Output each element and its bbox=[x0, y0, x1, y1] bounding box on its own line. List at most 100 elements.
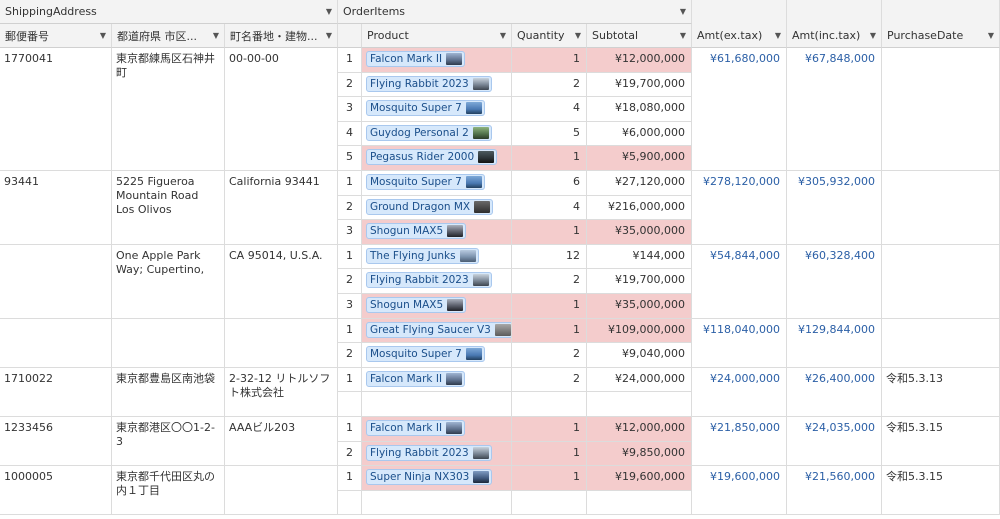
purchase-date-cell[interactable] bbox=[882, 171, 1000, 245]
purchase-date-cell[interactable] bbox=[882, 244, 1000, 319]
prefecture-cell[interactable] bbox=[112, 318, 225, 368]
product-cell[interactable]: Flying Rabbit 2023 bbox=[362, 72, 512, 98]
product-cell[interactable]: Falcon Mark II bbox=[362, 48, 512, 73]
purchase-date-cell[interactable] bbox=[882, 318, 1000, 368]
postal-cell[interactable] bbox=[0, 318, 112, 368]
product-chip[interactable]: Mosquito Super 7 bbox=[366, 346, 485, 363]
subtotal-cell[interactable]: ¥19,600,000 bbox=[587, 466, 692, 491]
quantity-cell[interactable]: 1 bbox=[512, 294, 587, 319]
column-header-product[interactable]: Product ▼ bbox=[362, 24, 512, 48]
caret-down-icon[interactable]: ▼ bbox=[680, 7, 686, 16]
subtotal-cell[interactable]: ¥27,120,000 bbox=[587, 171, 692, 196]
amount-ex-tax-cell[interactable]: ¥24,000,000 bbox=[692, 367, 787, 417]
amount-inc-tax-cell[interactable]: ¥305,932,000 bbox=[787, 171, 882, 245]
subtotal-cell[interactable]: ¥109,000,000 bbox=[587, 318, 692, 344]
street-cell[interactable] bbox=[225, 318, 338, 368]
quantity-cell[interactable]: 1 bbox=[512, 417, 587, 442]
street-cell[interactable]: California 93441 bbox=[225, 171, 338, 245]
postal-cell[interactable]: 93441 bbox=[0, 171, 112, 245]
amount-inc-tax-cell[interactable]: ¥21,560,000 bbox=[787, 466, 882, 516]
prefecture-cell[interactable]: One Apple Park Way; Cupertino, bbox=[112, 244, 225, 319]
quantity-cell[interactable]: 4 bbox=[512, 195, 587, 221]
amount-inc-tax-cell[interactable]: ¥129,844,000 bbox=[787, 318, 882, 368]
quantity-cell[interactable]: 6 bbox=[512, 171, 587, 196]
product-chip[interactable]: Shogun MAX5 bbox=[366, 223, 467, 240]
product-chip[interactable]: Great Flying Saucer V3 bbox=[366, 321, 511, 338]
prefecture-cell[interactable]: 東京都千代田区丸の内１丁目 bbox=[112, 466, 225, 516]
quantity-cell[interactable]: 5 bbox=[512, 121, 587, 147]
caret-down-icon[interactable]: ▼ bbox=[500, 31, 506, 40]
subtotal-cell[interactable]: ¥9,040,000 bbox=[587, 343, 692, 368]
subtotal-cell[interactable]: ¥19,700,000 bbox=[587, 72, 692, 98]
product-chip[interactable]: Falcon Mark II bbox=[366, 370, 466, 387]
product-cell[interactable]: Pegasus Rider 2000 bbox=[362, 146, 512, 171]
purchase-date-cell[interactable]: 令和5.3.15 bbox=[882, 466, 1000, 516]
subtotal-cell[interactable]: ¥144,000 bbox=[587, 244, 692, 270]
caret-down-icon[interactable]: ▼ bbox=[870, 31, 876, 40]
amount-ex-tax-cell[interactable]: ¥278,120,000 bbox=[692, 171, 787, 245]
quantity-cell[interactable]: 1 bbox=[512, 220, 587, 245]
column-header-quantity[interactable]: Quantity ▼ bbox=[512, 24, 587, 48]
purchase-date-cell[interactable]: 令和5.3.13 bbox=[882, 367, 1000, 417]
product-chip[interactable]: Flying Rabbit 2023 bbox=[366, 272, 492, 289]
product-cell[interactable]: Mosquito Super 7 bbox=[362, 343, 512, 368]
amount-ex-tax-cell[interactable]: ¥54,844,000 bbox=[692, 244, 787, 319]
postal-cell[interactable] bbox=[0, 244, 112, 319]
quantity-cell[interactable]: 2 bbox=[512, 367, 587, 393]
product-cell[interactable] bbox=[362, 490, 512, 516]
product-chip[interactable]: Flying Rabbit 2023 bbox=[366, 444, 492, 461]
caret-down-icon[interactable]: ▼ bbox=[100, 31, 106, 40]
product-cell[interactable]: Mosquito Super 7 bbox=[362, 171, 512, 196]
amount-inc-tax-cell[interactable]: ¥60,328,400 bbox=[787, 244, 882, 319]
product-chip[interactable]: Pegasus Rider 2000 bbox=[366, 149, 498, 166]
subtotal-cell[interactable]: ¥35,000,000 bbox=[587, 294, 692, 319]
product-cell[interactable]: Shogun MAX5 bbox=[362, 294, 512, 319]
quantity-cell[interactable] bbox=[512, 392, 587, 417]
postal-cell[interactable]: 1233456 bbox=[0, 417, 112, 467]
quantity-cell[interactable]: 2 bbox=[512, 269, 587, 294]
quantity-cell[interactable]: 4 bbox=[512, 97, 587, 122]
quantity-cell[interactable]: 1 bbox=[512, 441, 587, 467]
amount-ex-tax-cell[interactable]: ¥21,850,000 bbox=[692, 417, 787, 467]
prefecture-cell[interactable]: 東京都港区〇〇1-2-3 bbox=[112, 417, 225, 467]
amount-inc-tax-cell[interactable]: ¥67,848,000 bbox=[787, 48, 882, 171]
quantity-cell[interactable]: 2 bbox=[512, 72, 587, 98]
column-header-prefecture[interactable]: 都道府県 市区... ▼ bbox=[112, 24, 225, 48]
product-chip[interactable]: Flying Rabbit 2023 bbox=[366, 75, 492, 92]
street-cell[interactable]: 2-32-12 リトルソフト株式会社 bbox=[225, 367, 338, 417]
amount-ex-tax-cell[interactable]: ¥61,680,000 bbox=[692, 48, 787, 171]
product-chip[interactable]: Falcon Mark II bbox=[366, 51, 466, 67]
street-cell[interactable] bbox=[225, 466, 338, 516]
prefecture-cell[interactable]: 東京都練馬区石神井町 bbox=[112, 48, 225, 171]
product-chip[interactable]: Super Ninja NX303 bbox=[366, 469, 493, 486]
quantity-cell[interactable]: 1 bbox=[512, 318, 587, 344]
purchase-date-cell[interactable]: 令和5.3.15 bbox=[882, 417, 1000, 467]
product-cell[interactable]: Shogun MAX5 bbox=[362, 220, 512, 245]
product-chip[interactable]: Ground Dragon MX bbox=[366, 198, 494, 215]
subtotal-cell[interactable]: ¥6,000,000 bbox=[587, 121, 692, 147]
subtotal-cell[interactable]: ¥5,900,000 bbox=[587, 146, 692, 171]
product-chip[interactable]: Falcon Mark II bbox=[366, 420, 466, 436]
caret-down-icon[interactable]: ▼ bbox=[326, 7, 332, 16]
postal-cell[interactable]: 1000005 bbox=[0, 466, 112, 516]
caret-down-icon[interactable]: ▼ bbox=[988, 31, 994, 40]
quantity-cell[interactable] bbox=[512, 490, 587, 516]
quantity-cell[interactable]: 1 bbox=[512, 146, 587, 171]
street-cell[interactable]: AAAビル203 bbox=[225, 417, 338, 467]
quantity-cell[interactable]: 1 bbox=[512, 48, 587, 73]
amount-ex-tax-cell[interactable]: ¥19,600,000 bbox=[692, 466, 787, 516]
subtotal-cell[interactable]: ¥24,000,000 bbox=[587, 367, 692, 393]
street-cell[interactable]: CA 95014, U.S.A. bbox=[225, 244, 338, 319]
caret-down-icon[interactable]: ▼ bbox=[575, 31, 581, 40]
product-cell[interactable]: Falcon Mark II bbox=[362, 417, 512, 442]
column-header-amt-ex[interactable]: Amt(ex.tax) ▼ bbox=[692, 24, 787, 48]
product-cell[interactable]: Ground Dragon MX bbox=[362, 195, 512, 221]
product-cell[interactable]: Super Ninja NX303 bbox=[362, 466, 512, 491]
caret-down-icon[interactable]: ▼ bbox=[326, 31, 332, 40]
column-header-purchase-date[interactable]: PurchaseDate ▼ bbox=[882, 24, 1000, 48]
postal-cell[interactable]: 1710022 bbox=[0, 367, 112, 417]
product-chip[interactable]: Guydog Personal 2 bbox=[366, 124, 492, 141]
subtotal-cell[interactable]: ¥19,700,000 bbox=[587, 269, 692, 294]
product-cell[interactable]: Flying Rabbit 2023 bbox=[362, 441, 512, 467]
product-cell[interactable]: Flying Rabbit 2023 bbox=[362, 269, 512, 294]
